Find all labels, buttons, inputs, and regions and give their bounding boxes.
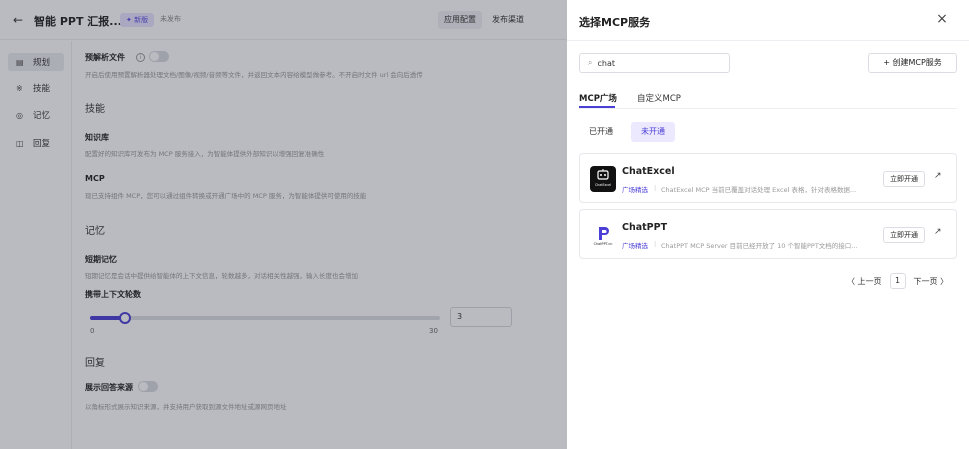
chatppt-logo: ChatPPT.cn (590, 222, 616, 248)
pagination: 〈 上一页 1 下一页 〉 (847, 272, 948, 290)
search-icon: ⌕ (588, 58, 593, 67)
divider (579, 108, 957, 109)
tab-mcp-square[interactable]: MCP广场 (579, 92, 617, 104)
prev-page-button[interactable]: 〈 上一页 (847, 276, 882, 287)
card-desc: ChatPPT MCP Server 目前已经开放了 10 个智能PPT文档的接… (661, 242, 858, 250)
drawer-title: 选择MCP服务 (579, 16, 651, 29)
chatppt-logo-label: ChatPPT.cn (594, 242, 613, 246)
chatexcel-logo-label: ChatExcel (595, 183, 611, 187)
external-link-icon[interactable]: ↗ (934, 171, 942, 181)
card-tag: 广场精选 (622, 186, 648, 194)
robot-icon: ChatExcel (595, 169, 611, 187)
mcp-select-drawer: 选择MCP服务 × ⌕ + 创建MCP服务 MCP广场 自定义MCP 已开通 未… (567, 0, 969, 449)
next-page-button[interactable]: 下一页 〉 (914, 276, 949, 287)
card-separator: | (654, 184, 657, 192)
mcp-card-chatppt[interactable]: ChatPPT.cn ChatPPT 广场精选 | ChatPPT MCP Se… (579, 209, 957, 259)
card-name: ChatExcel (622, 166, 675, 177)
modal-overlay[interactable] (0, 0, 567, 449)
search-box[interactable]: ⌕ (579, 53, 730, 73)
tab-custom-mcp[interactable]: 自定义MCP (637, 92, 681, 104)
card-separator: | (654, 240, 657, 248)
activate-button[interactable]: 立即开通 (883, 171, 925, 187)
chatexcel-logo: ChatExcel (590, 166, 616, 192)
external-link-icon[interactable]: ↗ (934, 227, 942, 237)
page-number[interactable]: 1 (889, 273, 906, 289)
chatppt-logo-icon: ChatPPT.cn (594, 227, 613, 246)
divider (567, 40, 969, 41)
card-name: ChatPPT (622, 222, 668, 233)
filter-opened[interactable]: 已开通 (579, 122, 623, 142)
card-desc: ChatExcel MCP 当前已覆盖对话处理 Excel 表格，针对表格数据.… (661, 186, 857, 194)
card-tag: 广场精选 (622, 242, 648, 250)
close-icon[interactable]: × (933, 10, 951, 28)
mcp-card-chatexcel[interactable]: ChatExcel ChatExcel 广场精选 | ChatExcel MCP… (579, 153, 957, 203)
activate-button[interactable]: 立即开通 (883, 227, 925, 243)
create-mcp-button[interactable]: + 创建MCP服务 (868, 53, 957, 73)
search-input[interactable] (597, 58, 718, 68)
filter-not-opened[interactable]: 未开通 (631, 122, 675, 142)
